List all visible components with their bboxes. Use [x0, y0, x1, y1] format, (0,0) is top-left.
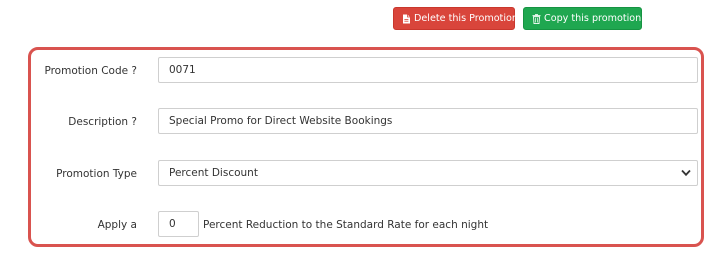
apply-percent-input[interactable]: 0 [158, 211, 199, 237]
description-label: Description ? [68, 116, 137, 128]
description-input[interactable]: Special Promo for Direct Website Booking… [158, 108, 698, 134]
delete-promotion-label: Delete this Promotion [414, 13, 518, 24]
promotion-form-panel: Promotion Code ? 0071 Description ? Spec… [28, 47, 704, 247]
copy-promotion-label: Copy this promotion [544, 13, 642, 24]
promotion-type-label: Promotion Type [56, 168, 137, 180]
promotion-type-value: Percent Discount [169, 167, 258, 179]
delete-promotion-button[interactable]: Delete this Promotion [393, 7, 518, 30]
promotion-code-input[interactable]: 0071 [158, 57, 698, 83]
apply-suffix-text: Percent Reduction to the Standard Rate f… [203, 219, 489, 231]
promotion-code-label: Promotion Code ? [44, 65, 137, 77]
trash-icon [532, 13, 541, 24]
chevron-down-icon [681, 169, 691, 177]
apply-label: Apply a [97, 219, 137, 231]
file-icon [403, 14, 410, 23]
copy-promotion-button[interactable]: Copy this promotion [523, 7, 642, 30]
promotion-type-select[interactable]: Percent Discount [158, 160, 698, 186]
